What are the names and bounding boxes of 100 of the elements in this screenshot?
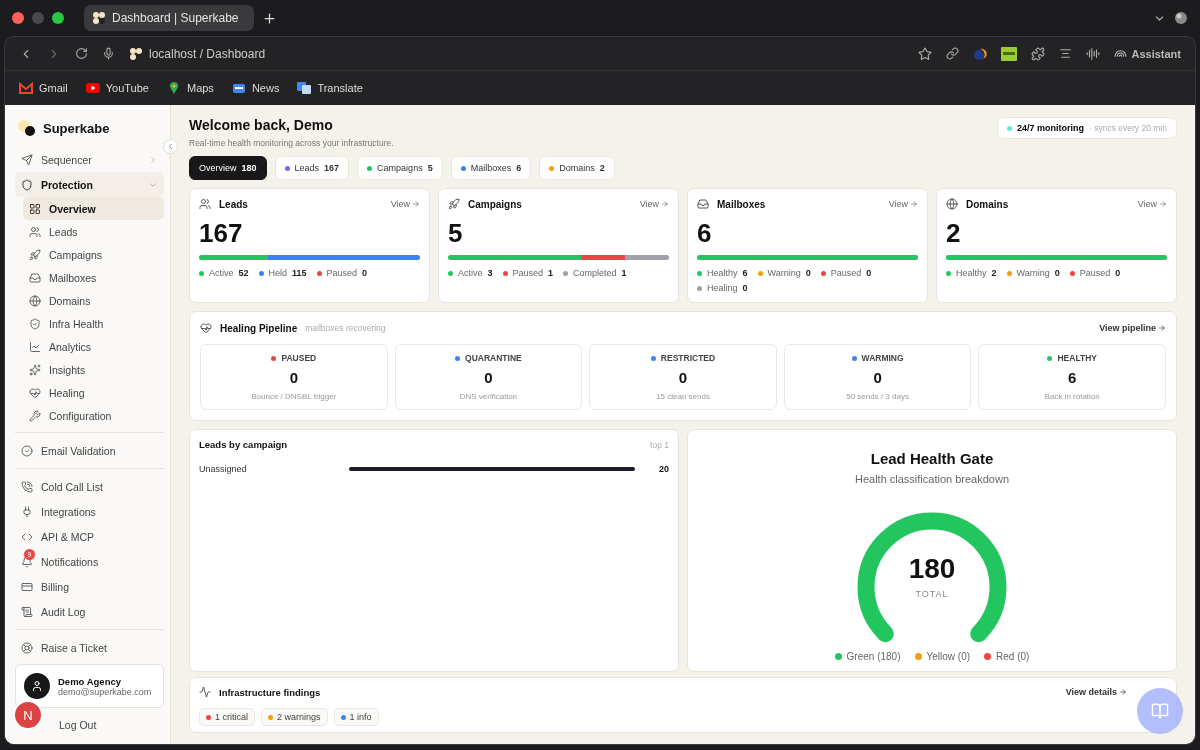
stage-label: RESTRICTED: [650, 353, 716, 363]
nav-icon: [21, 505, 33, 518]
filter-tab[interactable]: Mailboxes 6: [450, 156, 532, 180]
bookmark[interactable]: News: [231, 82, 280, 94]
filter-tab[interactable]: Campaigns 5: [357, 156, 443, 180]
reload-icon[interactable]: [75, 47, 88, 60]
extension-icon[interactable]: [1001, 46, 1018, 61]
stage-note: Back in rotation: [1044, 392, 1100, 401]
legend-item: Healthy 2: [946, 268, 997, 278]
close-button[interactable]: [12, 12, 24, 24]
nav-icon: [29, 202, 41, 215]
page-subtitle: Real-time health monitoring across your infrastructure.: [189, 138, 394, 148]
nav-item[interactable]: Insights: [23, 358, 164, 381]
menu-icon[interactable]: [1059, 47, 1073, 60]
nav-item[interactable]: Sequencer: [15, 147, 164, 172]
filter-tab[interactable]: Overview 180: [189, 156, 267, 180]
stage-note: 15 clean sends: [656, 392, 710, 401]
dev-indicator-button[interactable]: N: [13, 700, 43, 730]
extensions-icon[interactable]: [1031, 46, 1046, 61]
bookmark[interactable]: Maps: [166, 82, 214, 94]
brand-name: Superkabe: [43, 120, 110, 136]
finding-chip[interactable]: 1 info: [333, 708, 379, 726]
view-link[interactable]: View: [639, 199, 669, 209]
filter-tab[interactable]: Domains 2: [539, 156, 615, 180]
profile-icon[interactable]: [1174, 11, 1188, 25]
nav-icon: [29, 294, 41, 307]
nav-icon: [29, 317, 41, 330]
filter-tab[interactable]: Leads 167: [274, 156, 350, 180]
microphone-icon[interactable]: [102, 47, 115, 60]
legend-item: Yellow (0): [914, 651, 971, 662]
stat-value: 2: [946, 218, 962, 249]
legend-item: Green (180): [834, 651, 901, 662]
view-link[interactable]: View pipeline: [1099, 323, 1166, 333]
view-link[interactable]: View: [888, 199, 918, 209]
legend-item: Active 52: [199, 268, 249, 278]
user-card[interactable]: Demo Agency demo@superkabe.com: [15, 664, 164, 708]
nav-item[interactable]: Billing: [15, 574, 164, 599]
nav-group[interactable]: Protection: [15, 172, 164, 197]
nav-item[interactable]: Overview: [23, 197, 164, 220]
view-link[interactable]: View: [1137, 199, 1167, 209]
stage-note: DNS verification: [459, 392, 518, 401]
nav-item[interactable]: Configuration: [23, 404, 164, 427]
link-icon[interactable]: [946, 47, 960, 60]
stat-value: 167: [199, 218, 244, 249]
star-icon[interactable]: [918, 46, 933, 61]
nav-item[interactable]: Infra Health: [23, 312, 164, 335]
nav-icon: [21, 641, 33, 654]
nav-item[interactable]: Raise a Ticket: [15, 635, 164, 660]
nav-icon: [21, 580, 33, 593]
nav-icon: [29, 271, 41, 284]
nav-item[interactable]: API & MCP: [15, 524, 164, 549]
card-icon: [697, 198, 709, 210]
stage-value: 0: [484, 369, 493, 386]
bookmark[interactable]: Translate: [297, 82, 363, 94]
legend-item: Healthy 6: [697, 268, 748, 278]
finding-chip[interactable]: 1 critical: [199, 708, 255, 726]
arrow-right-icon: [1119, 688, 1127, 696]
stat-value: 6: [697, 218, 713, 249]
rainbow-icon: [1114, 47, 1128, 60]
card-title: Campaigns: [468, 198, 522, 210]
nav-icon: [21, 480, 33, 493]
nav-item[interactable]: Audit Log: [15, 599, 164, 624]
mail-icon: [19, 82, 33, 94]
card-title: Leads by campaign: [199, 439, 288, 450]
nav-icon: [29, 225, 41, 238]
nav-item[interactable]: Campaigns: [23, 243, 164, 266]
monitoring-badge: 24/7 monitoring · syncs every 20 min: [997, 117, 1177, 139]
card-title: Lead Health Gate: [870, 450, 994, 467]
finding-chip[interactable]: 2 warnings: [261, 708, 328, 726]
zoom-button[interactable]: [52, 12, 64, 24]
stage-value: 0: [289, 369, 298, 386]
extension-icon[interactable]: [973, 46, 988, 61]
nav-item[interactable]: Healing: [23, 381, 164, 404]
browser-tab[interactable]: Dashboard | Superkabe: [84, 5, 254, 31]
user-name: Demo Agency: [58, 675, 122, 687]
card-tag: top 1: [650, 439, 669, 450]
nav-icon: [21, 444, 33, 457]
logo-icon: [129, 46, 143, 61]
view-link[interactable]: View details: [1065, 687, 1127, 697]
nav-item[interactable]: Email Validation: [15, 438, 164, 463]
nav-item[interactable]: Integrations: [15, 499, 164, 524]
address-field[interactable]: localhost / Dashboard: [149, 46, 266, 61]
nav-item[interactable]: Analytics: [23, 335, 164, 358]
nav-item[interactable]: Domains: [23, 289, 164, 312]
chevron-right-icon: [148, 154, 158, 165]
nav-item[interactable]: Mailboxes: [23, 266, 164, 289]
view-link[interactable]: View: [390, 199, 420, 209]
logo-icon: [17, 119, 37, 137]
logout-item[interactable]: Log Out: [53, 712, 164, 737]
bookmark[interactable]: Gmail: [19, 82, 68, 94]
nav-item[interactable]: Cold Call List: [15, 474, 164, 499]
card-title: Infrastructure findings: [219, 686, 321, 698]
bookmark[interactable]: YouTube: [85, 82, 149, 94]
gauge-label: TOTAL: [915, 589, 949, 599]
waveform-icon[interactable]: [1086, 46, 1101, 61]
assistant-button[interactable]: Assistant: [1114, 47, 1181, 60]
nav-icon: [21, 555, 33, 568]
new-tab-icon[interactable]: [262, 10, 277, 26]
nav-item[interactable]: Leads: [23, 220, 164, 243]
chevron-left-icon: [166, 142, 175, 151]
